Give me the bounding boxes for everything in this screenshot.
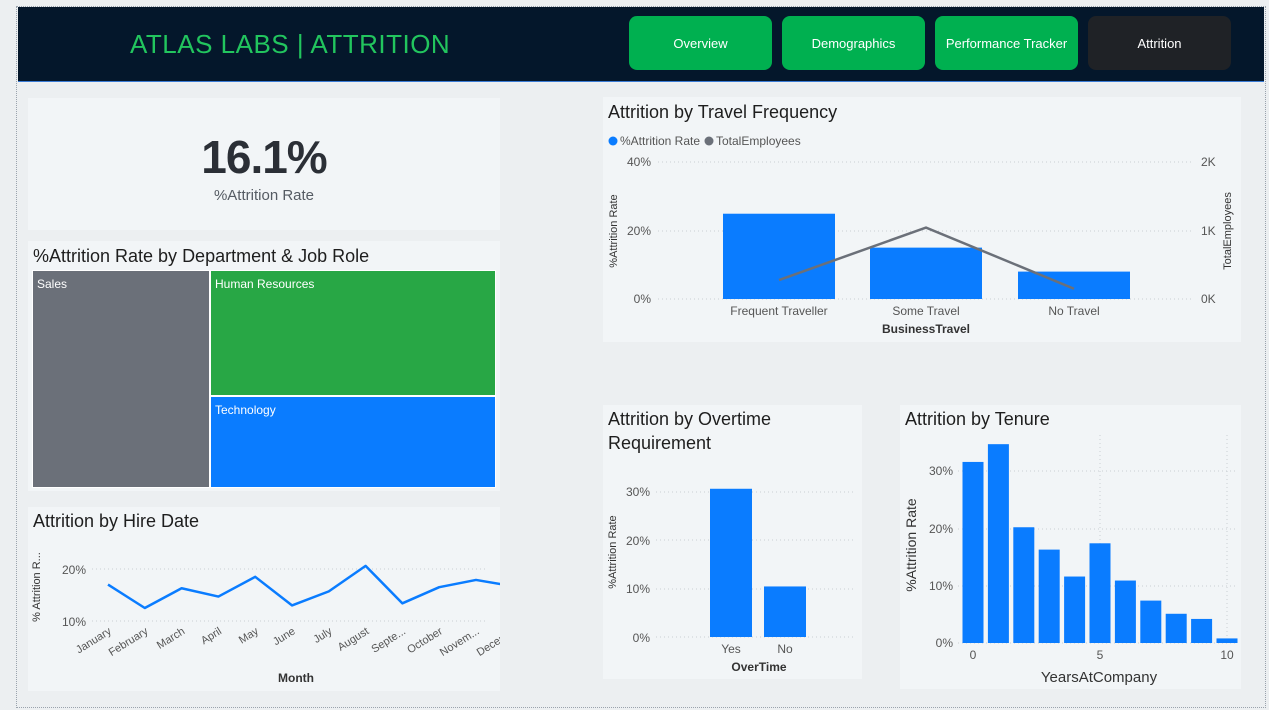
travel-card[interactable]: Attrition by Travel Frequency %Attrition… <box>603 97 1241 342</box>
overtime-xtick-label: Yes <box>721 642 741 656</box>
travel-xtick-label: Frequent Traveller <box>730 304 827 318</box>
hire-ytick: 20% <box>62 563 86 577</box>
app-title: ATLAS LABS | ATTRITION <box>130 29 451 59</box>
overtime-ytick: 30% <box>626 485 650 499</box>
nav-attrition-button[interactable]: Attrition <box>1088 16 1231 70</box>
nav-overview-button[interactable]: Overview <box>629 16 772 70</box>
tenure-bar <box>1064 576 1086 643</box>
hire-ytick: 10% <box>62 615 86 629</box>
overtime-bar <box>764 586 806 637</box>
travel-bar <box>723 213 835 299</box>
overtime-card[interactable]: Attrition by Overtime Requirement %Attri… <box>603 405 862 679</box>
header-bar: ATLAS LABS | ATTRITION Overview Demograp… <box>18 7 1264 82</box>
travel-ytick-right: 0K <box>1201 292 1216 306</box>
travel-ytick-right: 1K <box>1201 224 1216 238</box>
tenure-chart: %Attrition Rate 30% 20% 10% 0% 0 5 10 Ye… <box>903 435 1238 686</box>
treemap-card[interactable]: %Attrition Rate by Department & Job Role… <box>28 241 500 491</box>
overtime-chart: %Attrition Rate 30% 20% 10% 0% OverTime … <box>607 485 855 674</box>
treemap-tile-technology[interactable]: Technology <box>210 396 496 488</box>
treemap-tile-label: Human Resources <box>215 277 315 291</box>
hire-ylabel: % Attrition R... <box>31 552 43 622</box>
hire-xtick-label: Septe... <box>369 625 408 655</box>
travel-chart: %Attrition Rate TotalEmployees %Attritio… <box>608 134 1234 336</box>
tenure-ytick: 30% <box>929 464 953 478</box>
tenure-xtick: 5 <box>1097 648 1104 662</box>
tenure-bar <box>1191 618 1213 643</box>
treemap-tile-label: Sales <box>37 277 68 291</box>
legend-attrition-label: %Attrition Rate <box>620 134 700 148</box>
overtime-ylabel: %Attrition Rate <box>607 515 619 588</box>
tenure-card[interactable]: Attrition by Tenure %Attrition Rate 30% … <box>900 405 1241 689</box>
travel-ytick-left: 40% <box>627 155 651 169</box>
hire-xtick-label: May <box>237 625 261 646</box>
hire-xtick-label: June <box>271 625 298 648</box>
legend-employees-marker <box>704 136 714 146</box>
travel-xtick-label: No Travel <box>1048 304 1099 318</box>
hire-xtick-label: April <box>199 625 224 647</box>
hire-xtick-label: February <box>107 625 151 659</box>
tenure-bar <box>1165 613 1187 643</box>
legend-attrition-marker <box>608 136 618 146</box>
tenure-xtick: 10 <box>1220 648 1234 662</box>
travel-ytick-left: 0% <box>634 292 652 306</box>
treemap-tile-sales[interactable]: Sales <box>32 270 210 488</box>
treemap-tile-human-resources[interactable]: Human Resources <box>210 270 496 396</box>
travel-ylabel-left: %Attrition Rate <box>608 194 620 267</box>
travel-ylabel-right: TotalEmployees <box>1222 192 1234 270</box>
tenure-bar <box>1140 600 1162 643</box>
hire-line-series <box>107 564 500 610</box>
tenure-bar <box>1089 543 1111 643</box>
tenure-bar <box>1216 638 1238 643</box>
overtime-xlabel: OverTime <box>731 660 786 674</box>
overtime-ytick: 20% <box>626 534 650 548</box>
kpi-value: 16.1% <box>201 131 327 183</box>
travel-bar <box>870 247 982 299</box>
travel-ytick-left: 20% <box>627 224 651 238</box>
nav-demographics-button[interactable]: Demographics <box>782 16 925 70</box>
tenure-bar <box>1114 580 1136 643</box>
tenure-bar <box>1013 527 1035 643</box>
travel-xlabel: BusinessTravel <box>882 322 970 336</box>
hire-xtick-label: Novem... <box>438 625 482 659</box>
travel-xtick-label: Some Travel <box>892 304 959 318</box>
tenure-bar <box>1038 549 1060 643</box>
nav-performance-tracker-button[interactable]: Performance Tracker <box>935 16 1078 70</box>
overtime-bar <box>710 488 752 637</box>
tenure-ylabel: %Attrition Rate <box>903 498 919 592</box>
tenure-ytick: 20% <box>929 522 953 536</box>
overtime-ytick: 0% <box>633 631 651 645</box>
treemap-tile-label: Technology <box>215 403 276 417</box>
hire-xtick-label: August <box>336 625 371 653</box>
tenure-xtick: 0 <box>970 648 977 662</box>
travel-ytick-right: 2K <box>1201 155 1216 169</box>
tenure-bar <box>962 461 984 643</box>
hire-date-chart: % Attrition R... 20% 10% Month JanuaryFe… <box>31 552 500 685</box>
tenure-xlabel: YearsAtCompany <box>1041 669 1158 686</box>
kpi-label: %Attrition Rate <box>213 187 315 204</box>
overtime-xtick-label: No <box>777 642 793 656</box>
treemap-title: %Attrition Rate by Department & Job Role <box>33 246 370 266</box>
tenure-ytick: 0% <box>936 636 954 650</box>
legend-employees-label: TotalEmployees <box>716 134 801 148</box>
hire-xtick-label: March <box>155 625 187 651</box>
kpi-card[interactable]: 16.1% %Attrition Rate <box>28 98 500 230</box>
overtime-ytick: 10% <box>626 582 650 596</box>
travel-bar <box>1018 271 1130 299</box>
tenure-bar <box>987 444 1009 643</box>
hire-xtick-label: July <box>311 625 334 646</box>
hire-xlabel: Month <box>278 671 314 685</box>
tenure-ytick: 10% <box>929 579 953 593</box>
hire-xtick-label: Decem... <box>475 625 500 659</box>
hire-date-card[interactable]: Attrition by Hire Date % Attrition R... … <box>28 507 500 691</box>
